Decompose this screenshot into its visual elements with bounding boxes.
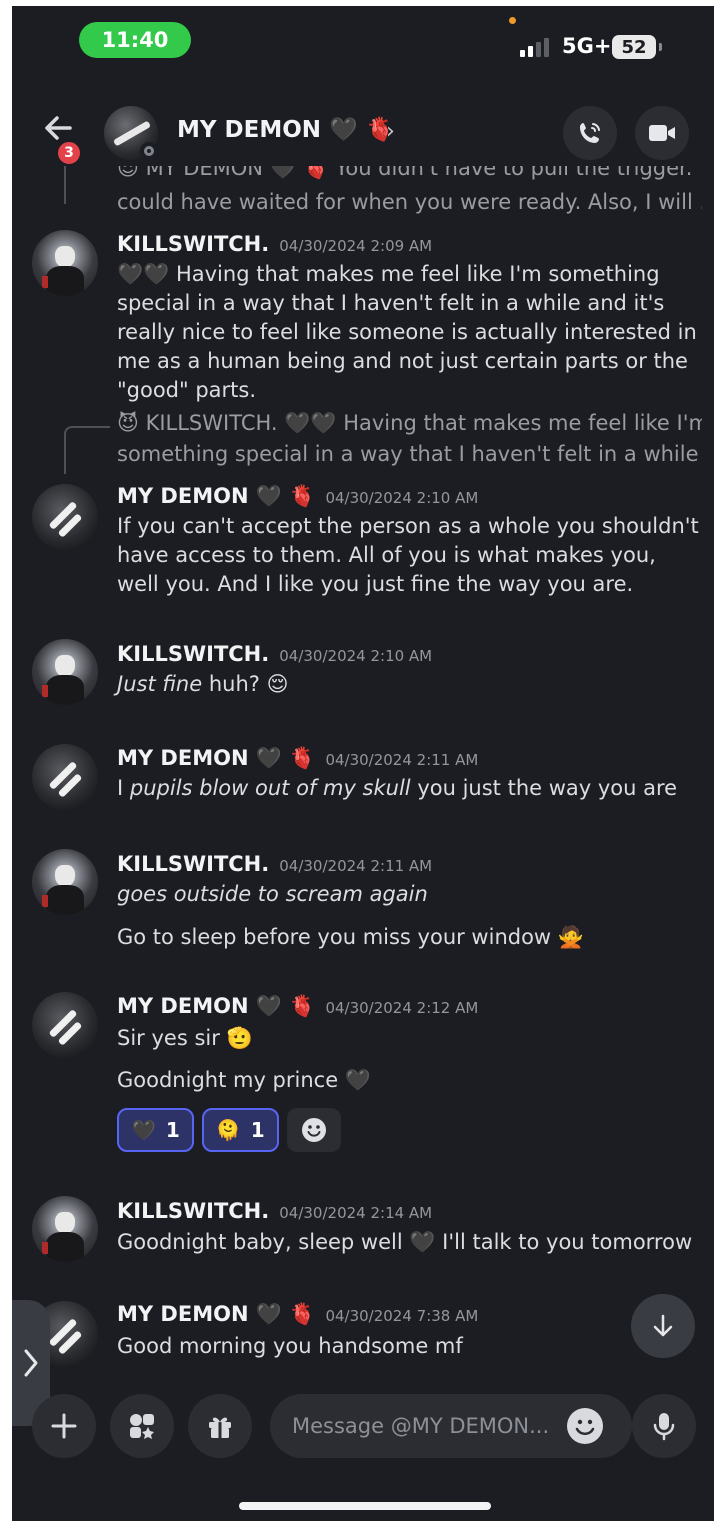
message-header: MY DEMON 🖤 🫀 04/30/2024 7:38 AM <box>117 1302 478 1327</box>
message-header: KILLSWITCH. 04/30/2024 2:11 AM <box>117 852 432 876</box>
reply-preview[interactable]: could have waited for when you were read… <box>117 190 702 214</box>
message-text-before: I <box>117 776 124 800</box>
message-text: Good morning you handsome mf <box>117 1334 463 1358</box>
battery-tip <box>659 43 662 51</box>
apps-button[interactable] <box>110 1394 174 1458</box>
author-name[interactable]: MY DEMON 🖤 🫀 <box>117 1302 315 1326</box>
avatar[interactable] <box>32 1196 98 1262</box>
gift-icon <box>209 1417 231 1438</box>
message-text: Goodnight baby, sleep well 🖤 I'll talk t… <box>117 1230 693 1254</box>
message-header: MY DEMON 🖤 🫀 04/30/2024 2:11 AM <box>117 746 478 771</box>
phone-screen: 11:40 5G+ 52 3 MY DEMON 🖤 🫀 › 😈 MY DEMON… <box>12 6 714 1521</box>
reply-preview[interactable]: 😈 MY DEMON 🖤 🫀 You didn't have to pull t… <box>117 166 702 180</box>
message-text-rest: huh? 😌 <box>208 672 289 696</box>
message-text: Just fine huh? 😌 <box>117 670 702 699</box>
message-text: Sir yes sir 🫡 <box>117 1026 253 1050</box>
reaction-emoji: 🫠 <box>215 1118 241 1142</box>
message-header: KILLSWITCH. 04/30/2024 2:10 AM <box>117 642 432 666</box>
message-header: MY DEMON 🖤 🫀 04/30/2024 2:10 AM <box>117 484 478 509</box>
message-text: goes outside to scream again <box>117 880 702 909</box>
timestamp: 04/30/2024 2:14 AM <box>279 1204 433 1222</box>
unread-badge: 3 <box>56 140 82 166</box>
avatar[interactable] <box>32 639 98 705</box>
page-title[interactable]: MY DEMON 🖤 🫀 <box>177 116 394 143</box>
reply-connector <box>64 166 66 204</box>
plus-icon <box>51 1413 77 1439</box>
chevron-right-icon[interactable]: › <box>386 119 395 144</box>
message-header: KILLSWITCH. 04/30/2024 2:14 AM <box>117 1199 432 1223</box>
timestamp: 04/30/2024 2:09 AM <box>279 237 433 255</box>
avatar[interactable] <box>32 484 98 550</box>
reaction-bar: 🖤 1 🫠 1 <box>117 1108 341 1152</box>
avatar[interactable] <box>32 849 98 915</box>
reaction-emoji: 🖤 <box>131 1118 156 1142</box>
avatar[interactable] <box>32 744 98 810</box>
add-reaction-button[interactable] <box>286 1108 341 1152</box>
voice-message-button[interactable] <box>632 1394 696 1458</box>
message-header: KILLSWITCH. 04/30/2024 2:09 AM <box>117 232 432 256</box>
italic-text: pupils blow out of my skull <box>129 776 411 800</box>
reply-preview[interactable]: something special in a way that I haven'… <box>117 442 702 466</box>
call-button[interactable] <box>563 106 617 160</box>
author-name[interactable]: KILLSWITCH. <box>117 642 269 666</box>
status-indicator <box>140 142 158 160</box>
author-name[interactable]: MY DEMON 🖤 🫀 <box>117 994 315 1018</box>
message-text: 🖤🖤 Having that makes me feel like I'm so… <box>117 262 697 402</box>
reply-preview[interactable]: 😈 KILLSWITCH. 🖤🖤 Having that makes me fe… <box>117 411 702 436</box>
message-list[interactable]: 😈 MY DEMON 🖤 🫀 You didn't have to pull t… <box>12 166 714 1386</box>
message-placeholder: Message @MY DEMON... <box>292 1414 550 1438</box>
attach-button[interactable] <box>32 1394 96 1458</box>
reply-connector <box>64 426 110 474</box>
italic-text: goes outside to scream again <box>117 882 428 906</box>
gift-button[interactable] <box>188 1394 252 1458</box>
apps-icon <box>130 1414 154 1439</box>
microphone-icon <box>653 1413 675 1441</box>
reaction-count: 1 <box>165 1118 180 1142</box>
message-text: I pupils blow out of my skull you just t… <box>117 774 702 803</box>
message-header: MY DEMON 🖤 🫀 04/30/2024 2:12 AM <box>117 994 478 1019</box>
author-name[interactable]: KILLSWITCH. <box>117 232 269 256</box>
reaction-heart[interactable]: 🖤 1 <box>117 1108 194 1152</box>
author-name[interactable]: KILLSWITCH. <box>117 852 269 876</box>
message-text: Goodnight my prince 🖤 <box>117 1068 371 1092</box>
signal-icon <box>520 38 549 57</box>
video-call-button[interactable] <box>635 106 689 160</box>
avatar[interactable] <box>32 992 98 1058</box>
phone-icon <box>580 123 600 143</box>
privacy-indicator <box>509 17 516 24</box>
author-name[interactable]: MY DEMON 🖤 🫀 <box>117 746 315 770</box>
avatar[interactable] <box>32 230 98 296</box>
reaction-count: 1 <box>250 1118 265 1142</box>
network-type: 5G+ <box>562 34 612 58</box>
smile-icon[interactable] <box>567 1408 603 1444</box>
author-name[interactable]: KILLSWITCH. <box>117 1199 269 1223</box>
message-text-after: you just the way you are <box>417 776 678 800</box>
message-text: Go to sleep before you miss your window … <box>117 925 584 949</box>
timestamp: 04/30/2024 2:10 AM <box>279 647 433 665</box>
timestamp: 04/30/2024 2:12 AM <box>325 999 479 1017</box>
author-name[interactable]: MY DEMON 🖤 🫀 <box>117 484 315 508</box>
video-camera-icon <box>649 125 675 141</box>
message-text: If you can't accept the person as a whol… <box>117 514 699 596</box>
timestamp: 04/30/2024 2:11 AM <box>325 751 479 769</box>
scroll-to-bottom-button[interactable] <box>631 1294 695 1358</box>
italic-text: Just fine <box>117 672 203 696</box>
battery-icon: 52 <box>612 35 656 59</box>
status-time: 11:40 <box>79 22 191 58</box>
arrow-down-icon <box>653 1314 673 1337</box>
timestamp: 04/30/2024 2:10 AM <box>325 489 479 507</box>
smile-icon <box>301 1118 326 1142</box>
reaction-melting-face[interactable]: 🫠 1 <box>201 1108 279 1152</box>
chevron-right-icon <box>24 1349 38 1377</box>
timestamp: 04/30/2024 7:38 AM <box>325 1307 479 1325</box>
timestamp: 04/30/2024 2:11 AM <box>279 857 433 875</box>
home-indicator[interactable] <box>239 1502 491 1510</box>
